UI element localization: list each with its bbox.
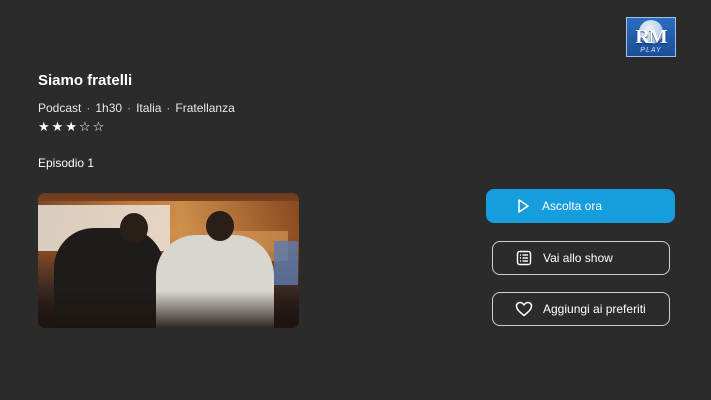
meta-separator: ·	[127, 101, 132, 115]
listen-now-button[interactable]: Ascolta ora	[486, 189, 675, 223]
add-to-favorites-label: Aggiungi ai preferiti	[543, 302, 646, 316]
star-filled-icon: ★	[38, 119, 50, 134]
thumbnail-person-head	[206, 211, 234, 241]
logo-sub-text: PLAY	[640, 47, 662, 54]
heart-icon	[513, 298, 535, 320]
podcast-meta: Podcast · 1h30 · Italia · Fratellanza	[38, 101, 235, 115]
list-icon	[513, 247, 535, 269]
meta-country: Italia	[136, 101, 162, 115]
go-to-show-button[interactable]: Vai allo show	[492, 241, 670, 275]
thumbnail-person-head	[120, 213, 148, 243]
logo-brand-text: RM	[635, 26, 667, 48]
episode-label: Episodio 1	[38, 156, 95, 170]
star-filled-icon: ★	[65, 119, 77, 134]
star-empty-icon: ☆	[78, 119, 91, 134]
meta-type: Podcast	[38, 101, 82, 115]
go-to-show-label: Vai allo show	[543, 251, 613, 265]
rm-play-logo: RM PLAY	[626, 17, 676, 57]
thumbnail-screen	[274, 241, 298, 285]
episode-thumbnail[interactable]	[38, 193, 299, 328]
star-filled-icon: ★	[51, 119, 64, 134]
listen-now-label: Ascolta ora	[542, 199, 603, 213]
meta-separator: ·	[166, 101, 171, 115]
meta-category: Fratellanza	[175, 101, 235, 115]
podcast-title: Siamo fratelli	[38, 72, 133, 89]
play-icon	[512, 195, 534, 217]
meta-separator: ·	[86, 101, 91, 115]
thumbnail-shadow	[38, 291, 299, 328]
add-to-favorites-button[interactable]: Aggiungi ai preferiti	[492, 292, 670, 326]
star-empty-icon: ☆	[92, 119, 105, 134]
meta-duration: 1h30	[95, 101, 123, 115]
rating-stars: ★ ★ ★ ☆ ☆	[38, 120, 104, 134]
